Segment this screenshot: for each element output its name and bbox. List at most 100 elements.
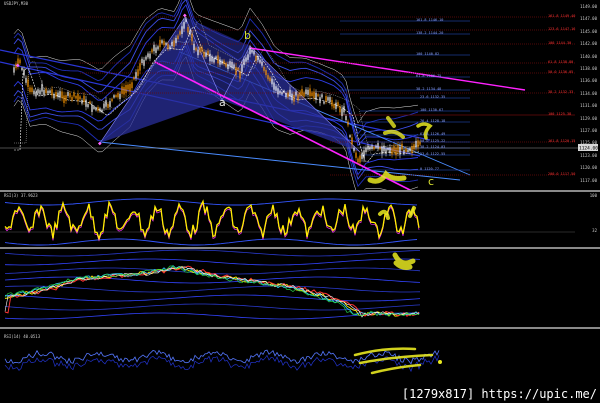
price-tick-label: 1129.00 [580, 115, 597, 121]
price-tick-label: 1131.00 [580, 103, 597, 109]
candle-body [97, 107, 99, 111]
candle-body [375, 145, 377, 148]
candle-body [53, 94, 55, 99]
bands-svg[interactable] [0, 249, 600, 327]
price-tick-label: 1117.00 [580, 177, 597, 183]
candle-body [179, 31, 181, 35]
candle-body [127, 84, 129, 90]
candle-body [189, 30, 191, 35]
fib-red-label: 161.8 1149.40 [548, 14, 576, 18]
annotation-stroke [383, 116, 405, 139]
price-tick-label: 1142.00 [580, 41, 597, 47]
candle-body [377, 143, 379, 149]
candle-body [213, 58, 215, 63]
price-chart-pane[interactable]: USDJPY,M30 1124.00 ◆ ◆ ◆ 1149.00 1147.00 1145… [0, 0, 600, 190]
candle-body [63, 95, 65, 103]
fib-blue-label: 100 1130.67 [420, 108, 444, 112]
candle-body [91, 104, 93, 112]
candle-body [43, 90, 45, 95]
candle-body [409, 148, 411, 152]
candle-body [257, 56, 259, 61]
candle-body [307, 89, 309, 95]
candle-body [357, 158, 359, 163]
candle-body [73, 92, 75, 97]
pivot-marker: ◆ [98, 140, 102, 147]
rsi3-svg[interactable] [0, 192, 600, 247]
candle-body [241, 64, 243, 72]
candle-body [333, 104, 335, 109]
candle-body [407, 149, 409, 153]
current-price-badge-text: 1124.00 [579, 146, 598, 152]
candle-body [133, 76, 135, 80]
watermark-text: [1279x817] https://upic.me/ [401, 387, 597, 401]
candle-body [393, 146, 395, 152]
candle-body [387, 147, 389, 151]
candle-body [217, 55, 219, 64]
candle-body [101, 109, 103, 113]
candle-body [65, 95, 67, 102]
candle-body [45, 88, 47, 94]
candle-body [83, 95, 85, 102]
candle-body [323, 101, 325, 104]
price-tick-label: 1140.00 [580, 53, 597, 59]
price-tick-label: 1125.00 [580, 140, 597, 146]
fib-blue-label: 161.8 1146.10 [416, 18, 444, 22]
price-chart-svg[interactable]: 1124.00 ◆ ◆ ◆ [0, 0, 600, 190]
band-level-line [4, 249, 421, 257]
rsi3-pane[interactable]: RSI(3) 37.9623 100 32 [0, 192, 600, 247]
wave-label-b: b [244, 29, 251, 42]
candle-body [197, 49, 199, 56]
candle-body [173, 40, 175, 47]
fib-blue-label: 23.6 1122.55 [420, 152, 446, 156]
candle-body [59, 91, 61, 98]
candle-body [279, 90, 281, 94]
candle-body [81, 99, 83, 104]
candle-body [149, 53, 151, 59]
candle-body [135, 72, 137, 79]
band-level-line [4, 258, 421, 266]
candle-body [39, 90, 41, 95]
candle-body [125, 85, 127, 93]
candle-body [85, 99, 87, 107]
price-tick-label: 1145.00 [580, 28, 597, 34]
candle-body [349, 135, 351, 138]
rsi3-signal-line [4, 202, 420, 242]
candle-body [49, 90, 51, 93]
candle-body [411, 146, 413, 153]
candle-body [403, 149, 405, 154]
candle-body [95, 107, 97, 111]
fib-blue-label: 50.0 1125.22 [420, 139, 446, 143]
candle-body [269, 77, 271, 82]
candle-body [331, 100, 333, 107]
candle-body [199, 47, 201, 53]
candle-body [25, 77, 27, 83]
fib-red-label: 50.0 1136.05 [548, 70, 574, 74]
candle-body [115, 94, 117, 98]
candle-body [255, 55, 257, 61]
candle-body [261, 61, 263, 66]
candle-body [233, 64, 235, 69]
candle-body [71, 96, 73, 101]
candle-body [397, 145, 399, 153]
candle-body [143, 59, 145, 66]
candle-body [75, 95, 77, 99]
rsi3-band-lower [4, 238, 418, 246]
candle-body [385, 148, 387, 154]
candle-body [187, 26, 189, 33]
candle-body [353, 147, 355, 152]
candle-body [195, 47, 197, 51]
candle-body [305, 89, 307, 95]
candle-body [69, 93, 71, 98]
candle-body [389, 147, 391, 154]
candle-body [227, 64, 229, 70]
bands-pane[interactable] [0, 249, 600, 327]
candle-body [55, 92, 57, 97]
candle-body [131, 82, 133, 89]
candle-body [289, 89, 291, 97]
candle-body [163, 40, 165, 46]
candle-body [229, 61, 231, 67]
candle-body [327, 97, 329, 101]
candle-body [137, 69, 139, 76]
candle-body [251, 49, 253, 53]
candle-body [29, 87, 31, 93]
